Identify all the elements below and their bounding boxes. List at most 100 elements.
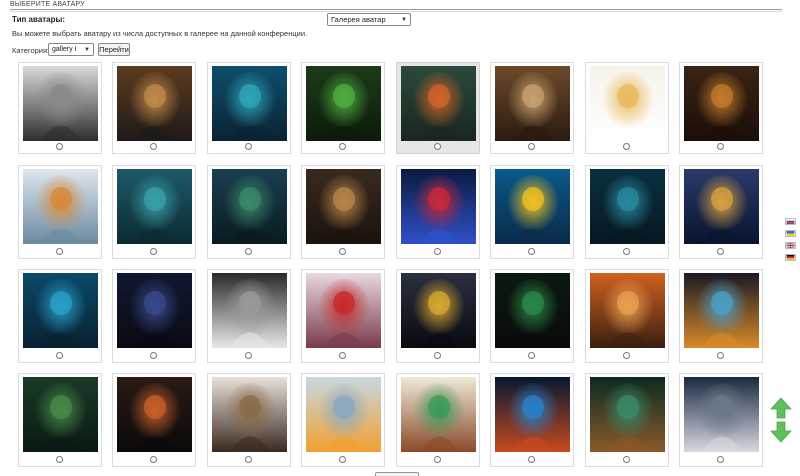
green-dragon-tea-avatar[interactable] — [401, 377, 476, 452]
meditating-aquarium-avatar[interactable] — [495, 273, 570, 348]
avatar-tile[interactable] — [207, 62, 291, 154]
avatar-radio[interactable] — [56, 248, 63, 255]
lizard-in-water-avatar[interactable] — [23, 377, 98, 452]
old-wizard-guitar-avatar[interactable] — [684, 377, 759, 452]
arrow-up-icon[interactable] — [770, 397, 792, 419]
avatar-tile[interactable] — [112, 373, 196, 467]
avatar-radio[interactable] — [56, 456, 63, 463]
avatar-tile[interactable] — [18, 269, 102, 363]
fish-in-head-avatar[interactable] — [684, 273, 759, 348]
woman-and-lion-avatar[interactable] — [306, 169, 381, 244]
russia-flag-icon[interactable] — [785, 218, 796, 225]
cat-aquarium-avatar[interactable] — [23, 169, 98, 244]
avatar-radio[interactable] — [717, 456, 724, 463]
avatar-radio[interactable] — [717, 248, 724, 255]
library-scene-avatar[interactable] — [495, 66, 570, 141]
avatar-radio[interactable] — [245, 456, 252, 463]
cat-with-fishbowl-avatar[interactable] — [117, 66, 192, 141]
avatar-radio[interactable] — [623, 352, 630, 359]
green-frog-monster-avatar[interactable] — [306, 66, 381, 141]
avatar-radio[interactable] — [339, 352, 346, 359]
ukraine-flag-icon[interactable] — [785, 230, 796, 237]
avatar-radio[interactable] — [434, 143, 441, 150]
witch-fish-avatar[interactable] — [212, 169, 287, 244]
avatar-radio[interactable] — [434, 456, 441, 463]
avatar-radio[interactable] — [150, 456, 157, 463]
avatar-tile[interactable] — [112, 269, 196, 363]
avatar-tile[interactable] — [679, 165, 763, 259]
scientist-cat-avatar[interactable] — [212, 273, 287, 348]
avatar-tile[interactable] — [18, 62, 102, 154]
avatar-tile[interactable] — [207, 373, 291, 467]
avatar-tile[interactable] — [301, 62, 385, 154]
golden-deity-avatar[interactable] — [401, 273, 476, 348]
avatar-radio[interactable] — [245, 352, 252, 359]
blue-creature-avatar[interactable] — [212, 66, 287, 141]
avatar-radio[interactable] — [339, 248, 346, 255]
avatar-radio[interactable] — [528, 456, 535, 463]
avatar-tile[interactable] — [585, 269, 669, 363]
avatar-tile[interactable] — [396, 269, 480, 363]
avatar-radio[interactable] — [339, 456, 346, 463]
avatar-tile[interactable] — [490, 62, 574, 154]
arrow-down-icon[interactable] — [770, 421, 792, 443]
avatar-radio[interactable] — [623, 456, 630, 463]
avatar-tile[interactable] — [396, 62, 480, 154]
avatar-tile[interactable] — [490, 165, 574, 259]
robot-spider-avatar[interactable] — [23, 66, 98, 141]
glass-head-fish-avatar[interactable] — [306, 377, 381, 452]
angelfish-avatar[interactable] — [495, 169, 570, 244]
avatar-radio[interactable] — [150, 248, 157, 255]
avatar-tile[interactable] — [301, 165, 385, 259]
avatar-radio[interactable] — [245, 143, 252, 150]
category-select[interactable]: gallery I ▼ — [48, 43, 94, 56]
avatar-radio[interactable] — [528, 143, 535, 150]
avatar-tile[interactable] — [18, 165, 102, 259]
man-with-fish-avatar[interactable] — [117, 169, 192, 244]
avatar-radio[interactable] — [56, 352, 63, 359]
monkey-avatar[interactable] — [117, 377, 192, 452]
avatar-tile[interactable] — [396, 165, 480, 259]
avatar-tile[interactable] — [490, 269, 574, 363]
red-haired-girl-avatar[interactable] — [401, 66, 476, 141]
avatar-radio[interactable] — [623, 248, 630, 255]
avatar-radio[interactable] — [434, 248, 441, 255]
avatar-radio[interactable] — [528, 248, 535, 255]
avatar-tile[interactable] — [585, 62, 669, 154]
girls-at-aquarium-avatar[interactable] — [23, 273, 98, 348]
ornate-dragon-avatar[interactable] — [684, 169, 759, 244]
avatar-tile[interactable] — [112, 165, 196, 259]
avatar-tile[interactable] — [301, 269, 385, 363]
avatar-tile[interactable] — [490, 373, 574, 467]
avatar-radio[interactable] — [56, 143, 63, 150]
dragon-with-fish-avatar[interactable] — [212, 377, 287, 452]
avatar-radio[interactable] — [245, 248, 252, 255]
avatar-radio[interactable] — [623, 143, 630, 150]
avatar-radio[interactable] — [339, 143, 346, 150]
avatar-radio[interactable] — [528, 352, 535, 359]
avatar-tile[interactable] — [396, 373, 480, 467]
avatar-tile[interactable] — [18, 373, 102, 467]
fox-avatar[interactable] — [590, 273, 665, 348]
avatar-tile[interactable] — [301, 373, 385, 467]
avatar-tile[interactable] — [207, 165, 291, 259]
uk-flag-icon[interactable] — [785, 242, 796, 249]
avatar-tile[interactable] — [112, 62, 196, 154]
fairy-girl-avatar[interactable] — [590, 66, 665, 141]
avatar-radio[interactable] — [717, 352, 724, 359]
go-button[interactable]: Перейти — [98, 43, 130, 56]
avatar-tile[interactable] — [585, 165, 669, 259]
avatar-radio[interactable] — [434, 352, 441, 359]
butterfly-blossom-avatar[interactable] — [306, 273, 381, 348]
dragon-at-laptop-avatar[interactable] — [684, 66, 759, 141]
jellyfish-avatar[interactable] — [495, 377, 570, 452]
avatar-tile[interactable] — [679, 62, 763, 154]
avatar-radio[interactable] — [150, 352, 157, 359]
avatar-radio[interactable] — [717, 143, 724, 150]
avatar-tile[interactable] — [679, 373, 763, 467]
wizard-avatar[interactable] — [117, 273, 192, 348]
avatar-tile[interactable] — [585, 373, 669, 467]
submit-button[interactable] — [375, 472, 419, 476]
avatar-radio[interactable] — [150, 143, 157, 150]
germany-flag-icon[interactable] — [785, 254, 796, 261]
